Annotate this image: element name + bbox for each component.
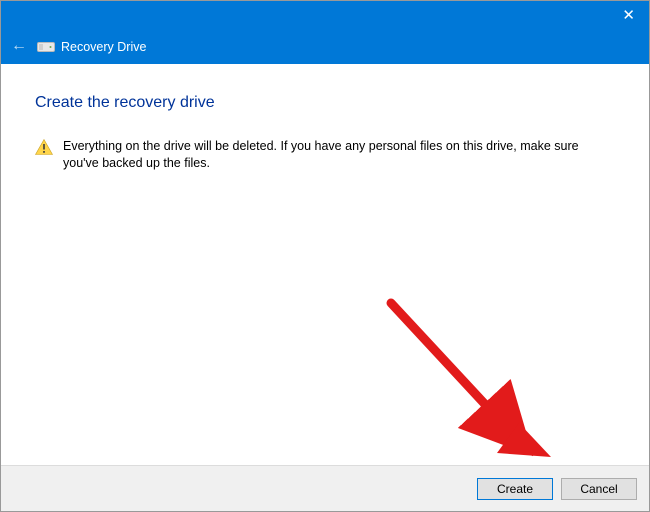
warning-icon	[35, 139, 53, 160]
back-arrow-icon[interactable]: ←	[11, 38, 27, 54]
window-titlebar: ✕	[1, 1, 649, 30]
close-icon[interactable]: ✕	[622, 8, 635, 23]
cancel-button[interactable]: Cancel	[561, 478, 637, 500]
warning-text: Everything on the drive will be deleted.…	[63, 138, 595, 172]
recovery-drive-wizard-window: ✕ ← Recovery Drive Create the recovery d…	[0, 0, 650, 512]
drive-icon	[37, 40, 55, 54]
wizard-header: ← Recovery Drive	[1, 30, 649, 64]
page-title: Create the recovery drive	[35, 94, 615, 112]
window-title: Recovery Drive	[61, 40, 146, 54]
annotation-arrow-icon	[371, 283, 621, 463]
wizard-client-area: Create the recovery drive Everything on …	[1, 64, 649, 465]
wizard-footer: Create Cancel	[1, 465, 649, 511]
warning-row: Everything on the drive will be deleted.…	[35, 138, 595, 172]
create-button[interactable]: Create	[477, 478, 553, 500]
